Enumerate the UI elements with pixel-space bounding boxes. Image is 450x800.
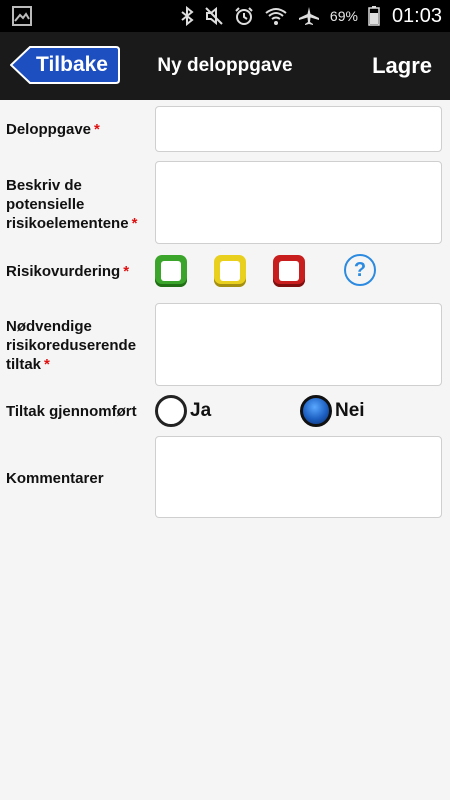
nei-label[interactable]: Nei — [335, 395, 365, 427]
beskriv-label-text: Beskriv de potensielle risikoelementene — [6, 177, 129, 232]
airplane-icon — [298, 7, 319, 25]
required-marker: * — [44, 356, 50, 373]
beskriv-textarea[interactable] — [155, 161, 442, 244]
alarm-icon — [235, 7, 253, 25]
ja-label[interactable]: Ja — [190, 395, 211, 427]
deloppgave-label-text: Deloppgave — [6, 121, 92, 138]
ja-radio[interactable] — [155, 395, 187, 427]
risk-green-checkbox[interactable] — [155, 255, 187, 287]
back-button-label: Tilbake — [36, 53, 108, 76]
nei-radio[interactable] — [300, 395, 332, 427]
required-marker: * — [131, 215, 138, 232]
kommentarer-label: Kommentarer — [6, 470, 104, 487]
help-icon[interactable]: ? — [344, 254, 376, 286]
status-bar: 69% 01:03 — [0, 0, 450, 32]
deloppgave-input[interactable] — [155, 106, 442, 152]
risk-yellow-checkbox[interactable] — [214, 255, 246, 287]
save-button[interactable]: Lagre — [372, 32, 432, 100]
risikovurdering-label: Risikovurdering * — [6, 262, 151, 281]
tiltak-label: Nødvendige risikoreduserende tiltak * — [6, 317, 151, 374]
tiltak-label-text: Nødvendige risikoreduserende tiltak — [6, 318, 137, 373]
battery-percentage: 69% — [329, 8, 358, 24]
required-marker: * — [123, 263, 130, 280]
gjennomfort-label: Tiltak gjennomført — [6, 403, 137, 420]
title-bar: Tilbake Ny deloppgave Lagre — [0, 32, 450, 100]
clock: 01:03 — [391, 4, 442, 27]
risikovurdering-label-text: Risikovurdering — [6, 263, 121, 280]
page-title: Ny deloppgave — [157, 55, 293, 76]
kommentarer-textarea[interactable] — [155, 436, 442, 518]
mute-icon — [205, 6, 223, 26]
image-icon — [12, 6, 32, 26]
risk-red-checkbox[interactable] — [273, 255, 305, 287]
beskriv-label: Beskriv de potensielle risikoelementene * — [6, 176, 151, 233]
back-button[interactable]: Tilbake — [10, 46, 120, 84]
wifi-icon — [265, 8, 287, 25]
battery-icon — [368, 6, 380, 26]
required-marker: * — [94, 121, 100, 138]
tiltak-textarea[interactable] — [155, 303, 442, 386]
deloppgave-label: Deloppgave * — [6, 120, 151, 139]
bluetooth-icon — [181, 6, 194, 26]
